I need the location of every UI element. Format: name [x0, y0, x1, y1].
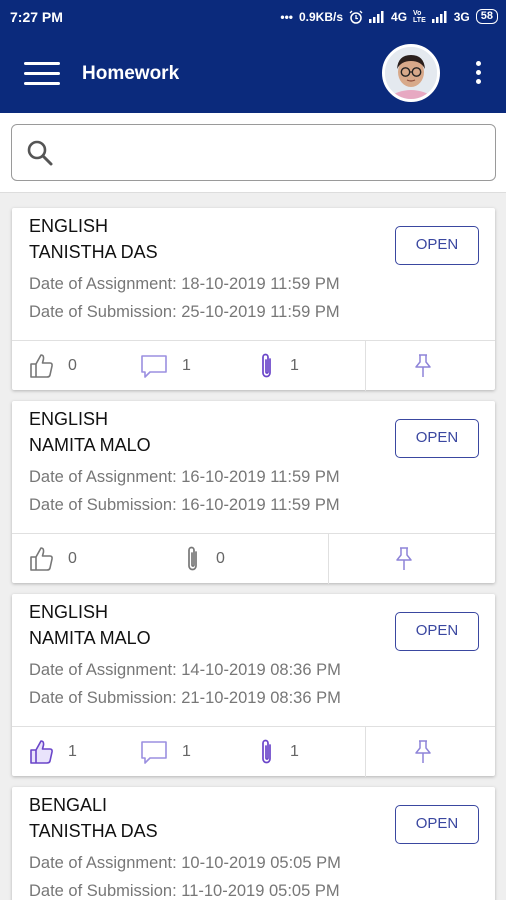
assignment-date: Date of Assignment: 18-10-2019 11:59 PM [29, 275, 340, 293]
volte-icon: Vo LTE [413, 9, 426, 24]
more-dots-icon: ••• [280, 9, 293, 24]
comment-count: 1 [182, 357, 191, 374]
paperclip-icon [262, 739, 271, 764]
paperclip-icon [188, 546, 197, 571]
thumbs-up-icon [30, 547, 53, 571]
submission-date: Date of Submission: 25-10-2019 11:59 PM [29, 303, 340, 321]
comment-count: 1 [182, 743, 191, 760]
homework-card[interactable]: BENGALI TANISTHA DAS Date of Assignment:… [12, 787, 495, 900]
teacher-name: NAMITA MALO [29, 628, 151, 648]
page-title: Homework [82, 63, 180, 84]
like-button[interactable]: 0 [28, 534, 77, 584]
homework-card[interactable]: ENGLISH NAMITA MALO Date of Assignment: … [12, 594, 495, 777]
subject-label: BENGALI [29, 795, 108, 815]
like-button[interactable]: 0 [28, 341, 77, 391]
network-type-4g: 4G [391, 9, 408, 24]
assignment-date: Date of Assignment: 10-10-2019 05:05 PM [29, 854, 341, 872]
status-bar: 7:27 PM ••• 0.9KB/s 4G Vo LTE 3G 58 [0, 0, 506, 34]
comment-icon [141, 355, 167, 378]
comment-icon [141, 741, 167, 764]
assignment-date: Date of Assignment: 16-10-2019 11:59 PM [29, 468, 340, 486]
thumbs-up-icon [30, 740, 53, 764]
signal-icon [369, 10, 384, 23]
like-count: 0 [68, 357, 77, 374]
card-footer: 1 1 1 [12, 726, 495, 777]
subject-label: ENGLISH [29, 216, 109, 236]
footer-divider [365, 727, 366, 777]
homework-card[interactable]: ENGLISH TANISTHA DAS Date of Assignment:… [12, 208, 495, 391]
footer-divider [328, 534, 329, 584]
attachment-count: 1 [290, 743, 299, 760]
open-button[interactable]: OPEN [395, 226, 479, 265]
comment-button[interactable]: 1 [140, 341, 191, 391]
homework-card[interactable]: ENGLISH NAMITA MALO Date of Assignment: … [12, 401, 495, 584]
avatar[interactable] [382, 44, 440, 102]
open-button[interactable]: OPEN [395, 805, 479, 844]
submission-date: Date of Submission: 21-10-2019 08:36 PM [29, 689, 341, 707]
teacher-name: TANISTHA DAS [29, 821, 158, 841]
alarm-icon [349, 10, 363, 24]
card-footer: 0 1 1 [12, 340, 495, 391]
battery-icon: 58 [475, 9, 498, 24]
search-box[interactable] [11, 124, 496, 181]
more-options-icon[interactable] [468, 58, 488, 88]
subject-label: ENGLISH [29, 602, 109, 622]
footer-divider [365, 341, 366, 391]
network-speed: 0.9KB/s [298, 9, 344, 24]
assignment-date: Date of Assignment: 14-10-2019 08:36 PM [29, 661, 341, 679]
pin-icon[interactable] [413, 739, 433, 765]
signal-icon-2 [431, 10, 447, 23]
like-count: 1 [68, 743, 77, 760]
teacher-name: TANISTHA DAS [29, 242, 158, 262]
teacher-name: NAMITA MALO [29, 435, 151, 455]
search-section [0, 113, 506, 193]
submission-date: Date of Submission: 11-10-2019 05:05 PM [29, 882, 340, 900]
search-icon [27, 140, 53, 166]
pin-icon[interactable] [394, 546, 414, 572]
card-footer: 0 0 [12, 533, 495, 584]
network-type-3g: 3G [453, 9, 470, 24]
thumbs-up-icon [30, 354, 53, 378]
attachment-button[interactable]: 1 [258, 341, 299, 391]
menu-icon[interactable] [24, 60, 60, 86]
attachment-count: 1 [290, 357, 299, 374]
subject-label: ENGLISH [29, 409, 109, 429]
like-count: 0 [68, 550, 77, 567]
status-icons: ••• 0.9KB/s 4G Vo LTE 3G 58 [280, 9, 498, 24]
attachment-button[interactable]: 1 [258, 727, 299, 777]
like-button[interactable]: 1 [28, 727, 77, 777]
attachment-button[interactable]: 0 [184, 534, 225, 584]
attachment-count: 0 [216, 550, 225, 567]
paperclip-icon [262, 353, 271, 378]
open-button[interactable]: OPEN [395, 419, 479, 458]
submission-date: Date of Submission: 16-10-2019 11:59 PM [29, 496, 340, 514]
open-button[interactable]: OPEN [395, 612, 479, 651]
status-time: 7:27 PM [10, 9, 63, 25]
search-input[interactable] [62, 133, 482, 171]
pin-icon[interactable] [413, 353, 433, 379]
comment-button[interactable]: 1 [140, 727, 191, 777]
app-bar: Homework [0, 34, 506, 113]
